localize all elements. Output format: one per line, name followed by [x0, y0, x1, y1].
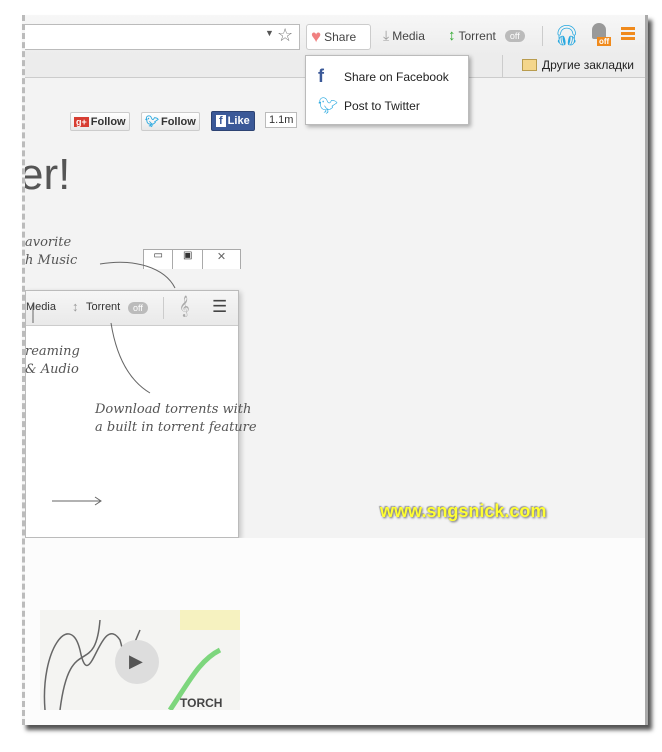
facebook-icon: f — [216, 115, 226, 127]
share-label: Share — [324, 30, 357, 44]
ghost-badge: off — [597, 37, 612, 46]
twitter-icon: 🐦︎ — [318, 98, 339, 115]
share-button[interactable]: ♥ Share — [306, 24, 371, 50]
headphones-icon[interactable]: 🎧︎ — [554, 23, 579, 48]
torrent-button[interactable]: ↕ Torrent off — [448, 27, 525, 44]
torrent-label: Torrent — [458, 28, 496, 43]
web-page: g+ Follow 🐦︎ Follow f Like 1.1m er! avor… — [25, 78, 645, 538]
like-label: Like — [227, 115, 250, 127]
gplus-follow-label: Follow — [90, 115, 126, 128]
media-label: Media — [392, 28, 425, 43]
watermark: www.sngsnick.com — [380, 501, 547, 521]
share-twitter-item[interactable]: 🐦︎ Post to Twitter — [306, 96, 468, 116]
annotation-arrows — [32, 261, 176, 506]
torrent-toggle[interactable]: off — [504, 29, 525, 42]
like-count: 1.1m — [265, 112, 298, 128]
browser-screenshot: ▼ ☆ ♥ Share ⤓ Media ↕ Torrent off 🎧︎ off — [22, 15, 648, 725]
share-facebook-label: Share on Facebook — [344, 69, 449, 84]
facebook-icon: f — [318, 66, 324, 86]
twitter-follow-label: Follow — [160, 115, 196, 128]
share-twitter-label: Post to Twitter — [344, 99, 420, 113]
dropdown-arrow-icon[interactable]: ▼ — [265, 28, 274, 38]
browser-toolbar: ▼ ☆ ♥ Share ⤓ Media ↕ Torrent off 🎧︎ off — [25, 15, 645, 55]
other-bookmarks[interactable]: Другие закладки — [522, 58, 634, 72]
share-menu: f Share on Facebook 🐦︎ Post to Twitter — [305, 55, 469, 125]
menu-icon[interactable] — [621, 27, 635, 40]
bookmark-star-icon[interactable]: ☆ — [277, 25, 293, 46]
video-thumbnail[interactable]: ▶ TORCH — [40, 610, 240, 710]
share-facebook-item[interactable]: f Share on Facebook — [306, 66, 468, 87]
address-bar[interactable]: ▼ ☆ — [25, 24, 300, 50]
play-icon[interactable]: ▶ — [129, 651, 143, 672]
page-bottom: ▶ TORCH — [25, 538, 645, 725]
gplus-icon: g+ — [74, 116, 89, 127]
ghost-extension-icon[interactable]: off — [590, 23, 612, 49]
media-button[interactable]: ⤓ Media — [383, 27, 425, 44]
twitter-follow-button[interactable]: 🐦︎ Follow — [141, 112, 200, 131]
torch-logo: TORCH — [180, 696, 223, 710]
gplus-follow-button[interactable]: g+ Follow — [70, 112, 130, 131]
other-bookmarks-label: Другие закладки — [542, 58, 634, 72]
folder-icon — [522, 59, 537, 71]
torrent-arrows-icon: ↕ — [448, 27, 456, 44]
download-icon: ⤓ — [383, 27, 390, 43]
facebook-like-button[interactable]: f Like — [211, 111, 255, 131]
hero-heading: er! — [22, 150, 71, 199]
heart-icon: ♥ — [311, 27, 322, 46]
divider — [542, 26, 543, 46]
twitter-icon: 🐦︎ — [145, 116, 159, 128]
